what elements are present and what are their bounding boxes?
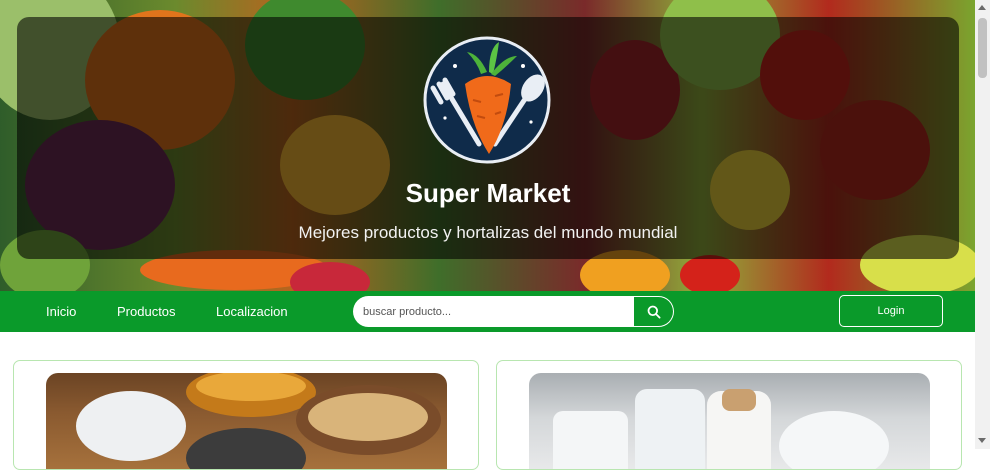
product-card[interactable] <box>496 360 962 470</box>
photo-glass-jar <box>635 389 705 469</box>
photo-dark-bowl <box>186 428 306 469</box>
milk-jars-photo <box>529 373 930 469</box>
hero-vegetable-shape <box>680 255 740 291</box>
photo-cork <box>722 389 756 411</box>
nav-link-localizacion[interactable]: Localizacion <box>216 304 288 319</box>
search-icon <box>647 305 661 319</box>
photo-milk-glass <box>76 391 186 461</box>
page-scrollbar[interactable] <box>975 0 990 449</box>
carrot-fork-spoon-logo-icon <box>423 36 551 164</box>
photo-glass-jar <box>553 411 628 469</box>
scroll-up-arrow-icon[interactable] <box>978 5 986 10</box>
photo-oat-bowl <box>308 393 428 441</box>
login-button[interactable]: Login <box>839 295 943 327</box>
search-button[interactable] <box>634 296 674 327</box>
scrollbar-thumb[interactable] <box>978 18 987 78</box>
search-bar <box>353 296 674 327</box>
nav-link-productos[interactable]: Productos <box>117 304 176 319</box>
hero-vegetable-shape <box>290 262 370 291</box>
hero-banner: Super Market Mejores productos y hortali… <box>0 0 975 291</box>
grains-and-milk-photo <box>46 373 447 469</box>
photo-bowl <box>779 411 889 469</box>
product-card[interactable] <box>13 360 479 470</box>
search-input[interactable] <box>353 296 634 327</box>
page-subtitle: Mejores productos y hortalizas del mundo… <box>298 223 678 242</box>
page-title: Super Market <box>405 178 571 208</box>
nav-link-inicio[interactable]: Inicio <box>46 304 76 319</box>
scroll-down-arrow-icon[interactable] <box>978 438 986 443</box>
